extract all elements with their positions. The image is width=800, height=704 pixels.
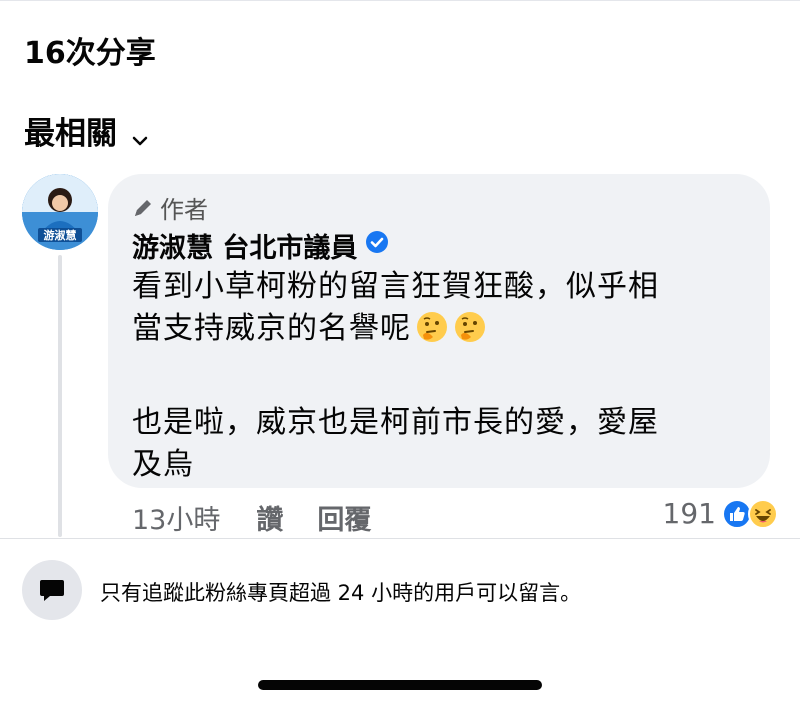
author-badge: 作者 bbox=[132, 190, 208, 225]
chevron-down-icon bbox=[131, 122, 149, 145]
comment-line: 當支持威京的名譽呢 bbox=[132, 311, 411, 346]
haha-reaction-icon bbox=[748, 498, 778, 529]
comment-line: 也是啦，威京也是柯前市長的愛，愛屋 bbox=[132, 405, 659, 440]
thread-line bbox=[58, 255, 62, 537]
comment-icon-container bbox=[22, 560, 82, 620]
comment-restriction-notice: 只有追蹤此粉絲專頁超過 24 小時的用戶可以留言。 bbox=[100, 581, 582, 605]
reply-button[interactable]: 回覆 bbox=[317, 498, 371, 537]
reaction-count: 191 bbox=[662, 497, 716, 530]
comment-time[interactable]: 13小時 bbox=[132, 498, 220, 537]
avatar[interactable]: 游淑慧 bbox=[22, 174, 98, 250]
comment-text: 看到小草柯粉的留言狂賀狂酸，似乎相 當支持威京的名譽呢 也是啦，威京也是柯前市長… bbox=[132, 266, 762, 486]
verified-badge-icon bbox=[365, 230, 389, 261]
author-badge-label: 作者 bbox=[160, 196, 208, 224]
comment-bubble-icon bbox=[40, 580, 64, 601]
section-divider bbox=[0, 538, 800, 539]
comment-actions: 13小時 讚 回覆 bbox=[132, 498, 405, 537]
avatar-caption: 游淑慧 bbox=[44, 228, 77, 242]
thinking-face-icon bbox=[455, 312, 485, 342]
author-name-row[interactable]: 游淑慧 台北市議員 bbox=[132, 226, 389, 265]
top-divider bbox=[0, 0, 800, 1]
pencil-icon bbox=[135, 199, 151, 216]
like-button[interactable]: 讚 bbox=[256, 498, 283, 537]
reactions-summary[interactable]: 191 bbox=[663, 497, 778, 530]
shares-count[interactable]: 16次分享 bbox=[24, 28, 156, 72]
author-name[interactable]: 游淑慧 台北市議員 bbox=[132, 226, 357, 265]
sort-label: 最相關 bbox=[24, 116, 117, 152]
thinking-face-icon bbox=[417, 312, 447, 342]
home-indicator[interactable] bbox=[258, 680, 542, 690]
comment-line: 看到小草柯粉的留言狂賀狂酸，似乎相 bbox=[132, 269, 659, 304]
sort-dropdown[interactable]: 最相關 bbox=[24, 108, 149, 153]
comment-line: 及烏 bbox=[132, 447, 194, 482]
comment-line-with-emoji: 當支持威京的名譽呢 bbox=[132, 308, 762, 350]
